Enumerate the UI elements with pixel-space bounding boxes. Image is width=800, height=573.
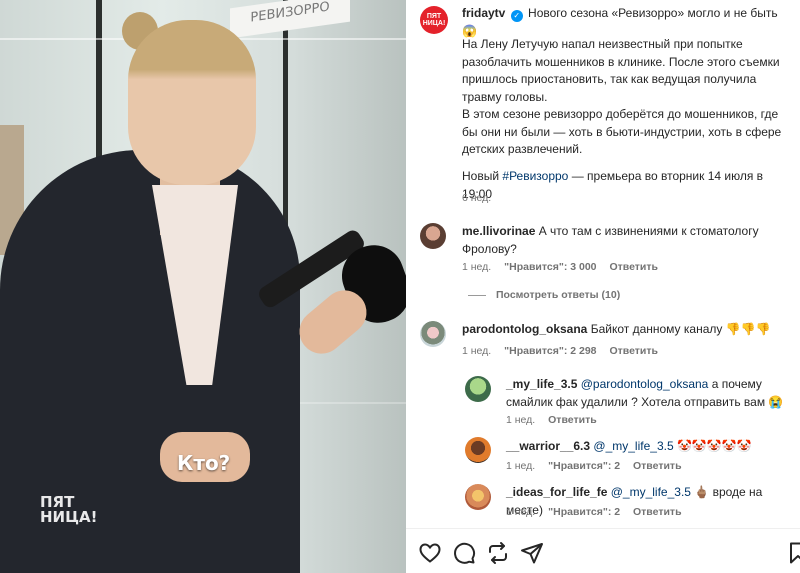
comment-time[interactable]: 1 нед. bbox=[462, 261, 491, 273]
post-action-bar bbox=[406, 528, 800, 573]
heart-icon[interactable] bbox=[418, 541, 442, 565]
reply-username[interactable]: __warrior__6.3 bbox=[506, 439, 590, 453]
post-time: 6 нед. bbox=[462, 192, 492, 204]
clown-emojis: 🤡🤡🤡🤡🤡 bbox=[676, 439, 752, 453]
post-paragraph-3: Новый #Ревизорро — премьера во вторник 1… bbox=[462, 169, 764, 201]
reply-button[interactable]: Ответить bbox=[633, 506, 682, 518]
reply-time[interactable]: 1 нед. bbox=[506, 506, 535, 518]
reply-meta: 1 нед. "Нравится": 2 Ответить bbox=[506, 506, 692, 518]
reply-avatar[interactable] bbox=[465, 484, 491, 510]
comments-panel: ПЯТ НИЦА! fridaytv ✓ Нового сезона «Реви… bbox=[406, 0, 800, 573]
reply-likes[interactable]: "Нравится": 2 bbox=[548, 506, 620, 518]
post-paragraph-2: В этом сезоне ревизорро доберётся до мош… bbox=[462, 107, 782, 156]
comment-likes[interactable]: "Нравится": 3 000 bbox=[504, 261, 596, 273]
reply-meta: 1 нед. "Нравится": 2 Ответить bbox=[506, 460, 692, 472]
reply-button[interactable]: Ответить bbox=[609, 261, 658, 273]
comment-body: parodontolog_oksana Байкот данному канал… bbox=[462, 321, 794, 339]
comment-time[interactable]: 1 нед. bbox=[462, 345, 491, 357]
reply-username[interactable]: _my_life_3.5 bbox=[506, 377, 577, 391]
author-username[interactable]: fridaytv bbox=[462, 6, 505, 20]
reply-button[interactable]: Ответить bbox=[633, 460, 682, 472]
post-headline: Нового сезона «Ревизорро» могло и не быт… bbox=[462, 6, 778, 38]
verified-icon: ✓ bbox=[510, 10, 523, 22]
store-sign: РЕВИЗОРРО bbox=[230, 0, 350, 39]
video-caption: Кто? bbox=[177, 451, 231, 475]
reply-username[interactable]: _ideas_for_life_fe bbox=[506, 485, 607, 499]
channel-watermark: ПЯТ НИЦА! bbox=[40, 493, 98, 526]
view-replies-button[interactable]: Посмотреть ответы (10) bbox=[468, 289, 620, 301]
repost-icon[interactable] bbox=[486, 541, 510, 565]
comment-username[interactable]: parodontolog_oksana bbox=[462, 322, 587, 336]
reply-meta: 1 нед. Ответить bbox=[506, 414, 607, 426]
comment-meta: 1 нед. "Нравится": 3 000 Ответить bbox=[462, 261, 668, 273]
thumbs-down-emoji: 👎 bbox=[725, 322, 741, 336]
comment-body: me.llivorinae А что там с извинениями к … bbox=[462, 223, 794, 258]
reply-body: __warrior__6.3 @_my_life_3.5 🤡🤡🤡🤡🤡 bbox=[506, 437, 796, 455]
reply-avatar[interactable] bbox=[465, 376, 491, 402]
thumbs-down-emoji: 👎 bbox=[740, 322, 756, 336]
comment-text: Байкот данному каналу bbox=[590, 322, 723, 336]
reply-time[interactable]: 1 нед. bbox=[506, 460, 535, 472]
mention-link[interactable]: @_my_life_3.5 bbox=[611, 485, 691, 499]
reply-time[interactable]: 1 нед. bbox=[506, 414, 535, 426]
person-head bbox=[128, 20, 256, 185]
thumbs-down-emoji: 👎 bbox=[755, 322, 771, 336]
reply-avatar[interactable] bbox=[465, 437, 491, 463]
comment-likes[interactable]: "Нравится": 2 298 bbox=[504, 345, 596, 357]
comment-icon[interactable] bbox=[452, 541, 476, 565]
bookmark-icon[interactable] bbox=[786, 541, 800, 565]
post-paragraph-1: На Лену Летучую напал неизвестный при по… bbox=[462, 37, 780, 104]
mention-link[interactable]: @_my_life_3.5 bbox=[593, 439, 673, 453]
commenter-avatar[interactable] bbox=[420, 223, 446, 249]
divider-dash bbox=[468, 294, 486, 296]
reply-body: _my_life_3.5 @parodontolog_oksana а поче… bbox=[506, 375, 796, 411]
comment-meta: 1 нед. "Нравится": 2 298 Ответить bbox=[462, 345, 668, 357]
reply-likes[interactable]: "Нравится": 2 bbox=[548, 460, 620, 472]
post-caption: fridaytv ✓ Нового сезона «Ревизорро» мог… bbox=[462, 5, 794, 40]
share-icon[interactable] bbox=[520, 541, 544, 565]
post-media[interactable]: РЕВИЗОРРО Кто? ПЯТ НИЦА! bbox=[0, 0, 406, 573]
mention-link[interactable]: @parodontolog_oksana bbox=[581, 377, 709, 391]
reply-button[interactable]: Ответить bbox=[609, 345, 658, 357]
commenter-avatar[interactable] bbox=[420, 321, 446, 347]
hashtag-link[interactable]: #Ревизорро bbox=[502, 169, 568, 183]
author-avatar[interactable]: ПЯТ НИЦА! bbox=[420, 6, 448, 34]
reply-button[interactable]: Ответить bbox=[548, 414, 597, 426]
comment-username[interactable]: me.llivorinae bbox=[462, 224, 535, 238]
